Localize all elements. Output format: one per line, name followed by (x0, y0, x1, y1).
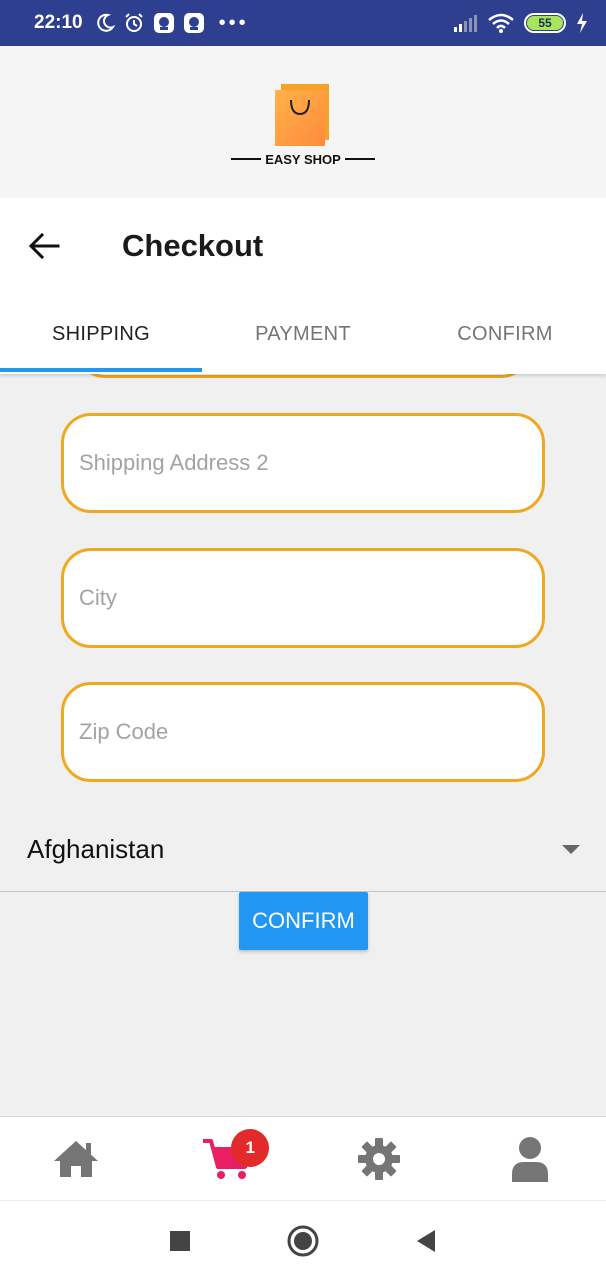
logo-header: EASY SHOP (0, 46, 606, 198)
app-notification-icon (153, 13, 174, 33)
settings-icon (357, 1137, 400, 1180)
bottom-navigation: 1 (0, 1116, 606, 1200)
status-bar: 22:10 ••• 55 (0, 0, 606, 46)
battery-icon: 55 (524, 13, 566, 33)
country-dropdown[interactable]: Afghanistan (0, 808, 606, 892)
shopping-bag-logo (275, 83, 331, 146)
back-nav-icon[interactable] (415, 1229, 437, 1253)
city-field[interactable]: City (61, 548, 545, 648)
more-notifications-icon: ••• (218, 11, 249, 34)
tab-confirm[interactable]: CONFIRM (404, 294, 606, 374)
zip-code-placeholder: Zip Code (79, 719, 169, 744)
battery-level: 55 (527, 16, 563, 30)
logo-text: EASY SHOP (265, 151, 341, 167)
signal-icon (454, 15, 477, 32)
page-title: Checkout (122, 228, 264, 263)
charging-icon (577, 13, 587, 33)
home-icon (53, 1140, 98, 1177)
shipping-address-2-field[interactable]: Shipping Address 2 (61, 413, 545, 513)
cart-badge: 1 (231, 1129, 270, 1167)
nav-home[interactable] (0, 1117, 152, 1200)
nav-cart[interactable]: 1 (152, 1117, 304, 1200)
city-placeholder: City (79, 585, 117, 610)
back-button[interactable] (14, 216, 74, 276)
user-icon (512, 1136, 549, 1182)
nav-profile[interactable] (455, 1117, 606, 1200)
app-bar: Checkout (0, 198, 606, 294)
zip-code-field[interactable]: Zip Code (61, 682, 545, 782)
app-notification-icon (183, 13, 204, 33)
arrow-left-icon (28, 232, 60, 260)
nav-settings[interactable] (303, 1117, 455, 1200)
wifi-icon (488, 13, 514, 33)
tab-payment[interactable]: PAYMENT (202, 294, 404, 374)
checkout-tabs: SHIPPING PAYMENT CONFIRM (0, 294, 606, 374)
country-selected-value: Afghanistan (27, 834, 165, 864)
status-time: 22:10 (34, 12, 83, 33)
moon-icon (96, 13, 115, 32)
confirm-button[interactable]: CONFIRM (239, 892, 368, 950)
home-button-icon[interactable] (287, 1225, 319, 1257)
shipping-address-2-placeholder: Shipping Address 2 (79, 450, 269, 475)
system-navigation (0, 1200, 606, 1280)
tab-shipping[interactable]: SHIPPING (0, 294, 202, 374)
alarm-icon (124, 13, 143, 32)
dropdown-caret-icon (562, 845, 580, 854)
shipping-address-1-field[interactable] (75, 374, 531, 378)
shipping-form: Shipping Address 2 City Zip Code Afghani… (0, 374, 606, 1116)
recents-icon[interactable] (169, 1230, 191, 1252)
